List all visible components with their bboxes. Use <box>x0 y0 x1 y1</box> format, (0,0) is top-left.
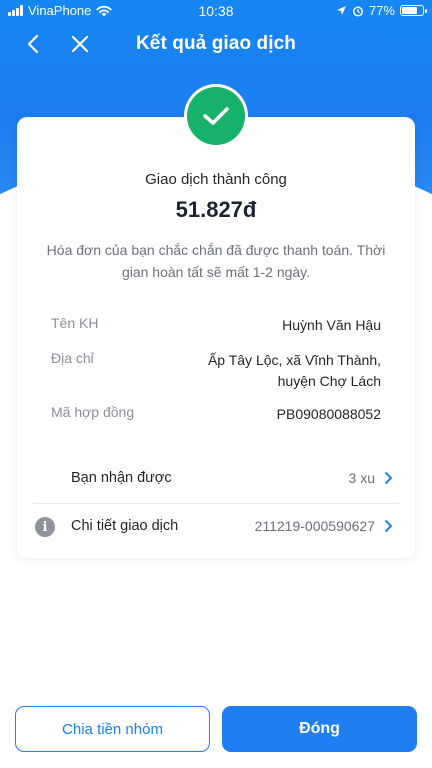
customer-label: Tên KH <box>51 315 99 331</box>
chevron-right-icon <box>385 520 392 532</box>
close-button[interactable]: Đóng <box>222 706 417 752</box>
success-check-icon <box>187 87 245 145</box>
payment-note: Hóa đơn của bạn chắc chắn đã được thanh … <box>46 242 386 280</box>
address-line-2: huyện Chợ Lách <box>277 373 381 389</box>
nav-bar: Kết quả giao dịch <box>0 24 432 64</box>
result-card: Giao dịch thành công 51.827đ Hóa đơn của… <box>17 117 415 558</box>
status-title: Giao dịch thành công <box>145 171 287 188</box>
info-icon: i <box>35 517 55 537</box>
success-badge <box>184 84 248 148</box>
address-label: Địa chỉ <box>51 350 94 366</box>
split-bill-button[interactable]: Chia tiền nhóm <box>15 706 210 752</box>
reward-label: Bạn nhận được <box>71 470 172 486</box>
chevron-right-icon <box>385 472 392 484</box>
transaction-id: 211219-000590627 <box>254 518 375 534</box>
battery-percent: 77% <box>368 3 395 18</box>
alarm-icon <box>352 5 363 17</box>
contract-value: PB09080088052 <box>276 406 381 422</box>
reward-row[interactable]: Bạn nhận được 3 xu <box>33 456 399 502</box>
customer-value: Huỳnh Văn Hậu <box>282 317 381 333</box>
status-right: 77% <box>336 3 427 18</box>
transaction-label: Chi tiết giao dịch <box>71 518 179 534</box>
page-title: Kết quả giao dịch <box>135 33 297 54</box>
battery-icon <box>400 5 427 16</box>
address-value: Ấp Tây Lộc, xã Vĩnh Thành, huyện Chợ Lác… <box>208 350 381 392</box>
address-line-1: Ấp Tây Lộc, xã Vĩnh Thành, <box>207 352 381 368</box>
reward-value: 3 xu <box>348 470 375 486</box>
location-icon <box>336 6 346 15</box>
transaction-detail-row[interactable]: i Chi tiết giao dịch 211219-000590627 <box>33 504 399 550</box>
amount: 51.827đ <box>175 197 257 222</box>
contract-label: Mã hợp đồng <box>51 404 135 420</box>
status-bar: VinaPhone 10:38 77% <box>0 0 432 22</box>
